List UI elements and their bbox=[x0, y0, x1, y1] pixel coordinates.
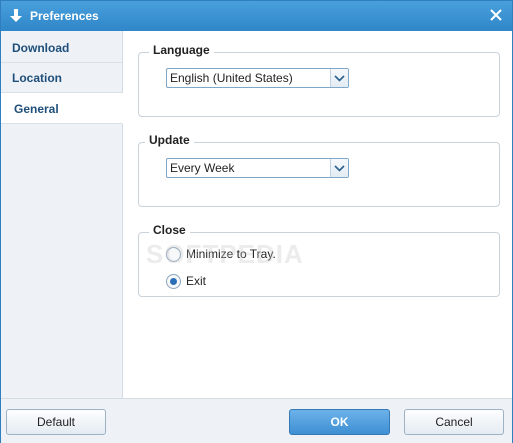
language-select[interactable]: English (United States) bbox=[166, 68, 349, 88]
exit-radio[interactable] bbox=[166, 274, 181, 289]
close-legend: Close bbox=[149, 223, 190, 237]
sidebar-item-label: Download bbox=[12, 41, 70, 55]
footer-bar: Default OK Cancel bbox=[1, 398, 512, 443]
sidebar-item-download[interactable]: Download bbox=[1, 32, 122, 63]
language-select-value: English (United States) bbox=[170, 71, 293, 85]
cancel-button[interactable]: Cancel bbox=[404, 409, 504, 435]
exit-label: Exit bbox=[186, 274, 207, 288]
language-group: Language English (United States) bbox=[138, 43, 500, 117]
sidebar-item-location[interactable]: Location bbox=[1, 62, 122, 93]
update-group: Update Every Week bbox=[138, 133, 500, 207]
window-title: Preferences bbox=[30, 9, 99, 23]
ok-button[interactable]: OK bbox=[289, 409, 390, 435]
sidebar: Download Location General bbox=[1, 31, 123, 398]
content-panel: Language English (United States) Update … bbox=[123, 31, 512, 398]
close-icon[interactable] bbox=[486, 5, 506, 25]
language-legend: Language bbox=[149, 43, 214, 57]
chevron-down-icon[interactable] bbox=[330, 69, 348, 87]
update-select[interactable]: Every Week bbox=[166, 158, 349, 178]
update-legend: Update bbox=[145, 133, 194, 147]
download-icon bbox=[10, 9, 22, 22]
sidebar-item-label: General bbox=[14, 102, 59, 116]
title-bar[interactable]: Preferences bbox=[1, 1, 512, 31]
default-button[interactable]: Default bbox=[6, 409, 106, 435]
minimize-to-tray-label: Minimize to Tray. bbox=[186, 247, 276, 261]
sidebar-item-general[interactable]: General bbox=[1, 93, 123, 124]
close-group: Close Minimize to Tray. Exit bbox=[138, 223, 500, 297]
chevron-down-icon[interactable] bbox=[330, 159, 348, 177]
preferences-window: Preferences Download Location General La… bbox=[0, 0, 513, 443]
sidebar-item-label: Location bbox=[12, 71, 62, 85]
update-select-value: Every Week bbox=[170, 161, 235, 175]
minimize-to-tray-radio[interactable] bbox=[166, 247, 181, 262]
